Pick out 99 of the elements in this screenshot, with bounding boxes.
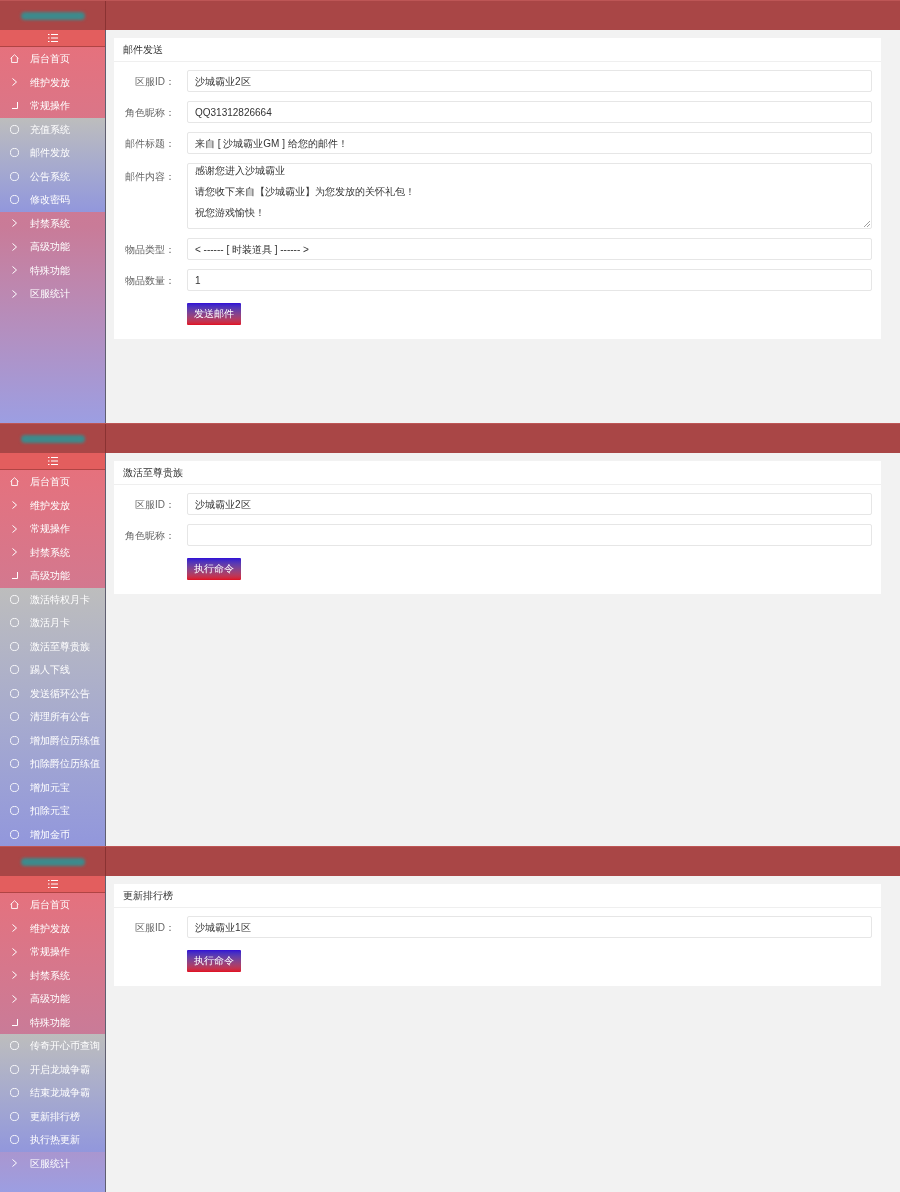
submenu-item[interactable]: 增加爵位历练值	[0, 728, 105, 752]
menu-item[interactable]: 常规操作	[0, 94, 105, 118]
blurred-logo	[20, 434, 85, 443]
field-label: 邮件内容：	[124, 170, 175, 184]
submit-button[interactable]: 执行命令	[187, 949, 241, 972]
circle-icon	[10, 712, 19, 722]
input-field[interactable]: 来自 [ 沙城霸业GM ] 给您的邮件！	[187, 132, 872, 154]
menu-item[interactable]: 区服统计	[0, 282, 105, 306]
submenu-item[interactable]: 激活月卡	[0, 611, 105, 635]
menu-item[interactable]: 后台首页	[0, 893, 105, 917]
circle-icon	[10, 618, 19, 628]
circle-icon	[10, 124, 19, 134]
blurred-logo	[20, 11, 85, 20]
select-field[interactable]: < ------ [ 时装道具 ] ------ >	[187, 238, 872, 260]
circle-icon	[10, 171, 19, 181]
home-icon	[10, 54, 19, 64]
resize-grip-icon	[864, 221, 870, 227]
menu-item[interactable]: 高级功能	[0, 987, 105, 1011]
circle-icon	[10, 195, 19, 205]
menu-item[interactable]: 封禁系统	[0, 211, 105, 235]
submenu-item[interactable]: 公告系统	[0, 164, 105, 188]
menu-item[interactable]: 封禁系统	[0, 540, 105, 564]
menu-item[interactable]: 维护发放	[0, 70, 105, 94]
input-field[interactable]: 1	[187, 269, 872, 291]
circle-icon	[10, 1088, 19, 1098]
menu-item[interactable]: 后台首页	[0, 47, 105, 71]
card-title: 更新排行榜	[114, 884, 881, 908]
input-field[interactable]: QQ31312826664	[187, 101, 872, 123]
field-label: 物品数量：	[124, 273, 175, 288]
submenu-item[interactable]: 开启龙城争霸	[0, 1057, 105, 1081]
menu-toggle-button[interactable]	[0, 453, 105, 470]
submenu-item[interactable]: 更新排行榜	[0, 1104, 105, 1128]
menu-item[interactable]: 高级功能	[0, 235, 105, 259]
card-title: 邮件发送	[114, 38, 881, 62]
submit-button[interactable]: 发送邮件	[187, 302, 241, 325]
input-field[interactable]	[187, 524, 872, 546]
submenu-item[interactable]: 踢人下线	[0, 658, 105, 682]
menu-item[interactable]: 特殊功能	[0, 258, 105, 282]
submenu-item[interactable]: 修改密码	[0, 188, 105, 212]
field-label: 区服ID：	[134, 497, 175, 512]
circle-icon	[10, 1064, 19, 1074]
card-title: 激活至尊贵族	[114, 461, 881, 485]
menu-item[interactable]: 特殊功能	[0, 1010, 105, 1034]
menu-item[interactable]: 维护发放	[0, 916, 105, 940]
field-label: 邮件标题：	[124, 136, 175, 151]
circle-icon	[10, 1041, 19, 1051]
submenu-item[interactable]: 增加金币	[0, 822, 105, 846]
submenu-item[interactable]: 扣除爵位历练值	[0, 752, 105, 776]
submenu-item[interactable]: 激活特权月卡	[0, 587, 105, 611]
menu-icon	[47, 880, 58, 888]
home-icon	[10, 900, 19, 910]
field-label: 角色昵称：	[124, 105, 175, 120]
menu-icon	[47, 34, 58, 42]
circle-icon	[10, 829, 19, 839]
menu-item[interactable]: 维护发放	[0, 493, 105, 517]
submenu-item[interactable]: 激活至尊贵族	[0, 634, 105, 658]
blurred-logo	[20, 857, 85, 866]
input-field[interactable]: 沙城霸业1区	[187, 916, 872, 938]
input-field[interactable]: 沙城霸业2区	[187, 493, 872, 515]
field-label: 区服ID：	[134, 74, 175, 89]
menu-toggle-button[interactable]	[0, 876, 105, 893]
circle-icon	[10, 1135, 19, 1145]
circle-icon	[10, 1111, 19, 1121]
submenu-item[interactable]: 传奇开心币查询	[0, 1034, 105, 1058]
menu-item[interactable]: 常规操作	[0, 517, 105, 541]
text-line: 请您收下来自【沙城霸业】为您发放的关怀礼包！	[195, 186, 415, 197]
text-line: 祝您游戏愉快！	[195, 207, 265, 218]
input-field[interactable]: 沙城霸业2区	[187, 70, 872, 92]
menu-item[interactable]: 高级功能	[0, 564, 105, 588]
submenu-item[interactable]: 扣除元宝	[0, 799, 105, 823]
menu-item[interactable]: 常规操作	[0, 940, 105, 964]
circle-icon	[10, 594, 19, 604]
menu-icon	[47, 457, 58, 465]
circle-icon	[10, 782, 19, 792]
submit-button[interactable]: 执行命令	[187, 557, 241, 580]
menu-item[interactable]: 后台首页	[0, 470, 105, 494]
submenu-item[interactable]: 结束龙城争霸	[0, 1081, 105, 1105]
field-label: 角色昵称：	[124, 528, 175, 543]
circle-icon	[10, 688, 19, 698]
submenu-item[interactable]: 清理所有公告	[0, 705, 105, 729]
circle-icon	[10, 148, 19, 158]
menu-item[interactable]: 区服统计	[0, 1151, 105, 1175]
menu-item[interactable]: 封禁系统	[0, 963, 105, 987]
text-line: 感谢您进入沙城霸业	[195, 165, 285, 176]
field-label: 区服ID：	[134, 920, 175, 935]
submenu-item[interactable]: 充值系统	[0, 117, 105, 141]
circle-icon	[10, 665, 19, 675]
circle-icon	[10, 806, 19, 816]
circle-icon	[10, 759, 19, 769]
submenu-item[interactable]: 发送循环公告	[0, 681, 105, 705]
menu-toggle-button[interactable]	[0, 30, 105, 47]
submenu-item[interactable]: 执行热更新	[0, 1128, 105, 1152]
textarea-field[interactable]: 感谢您进入沙城霸业 请您收下来自【沙城霸业】为您发放的关怀礼包！ 祝您游戏愉快！	[187, 163, 872, 229]
submenu-item[interactable]: 增加元宝	[0, 775, 105, 799]
field-label: 物品类型：	[124, 242, 175, 257]
home-icon	[10, 477, 19, 487]
submenu-item[interactable]: 邮件发放	[0, 141, 105, 165]
circle-icon	[10, 735, 19, 745]
circle-icon	[10, 641, 19, 651]
